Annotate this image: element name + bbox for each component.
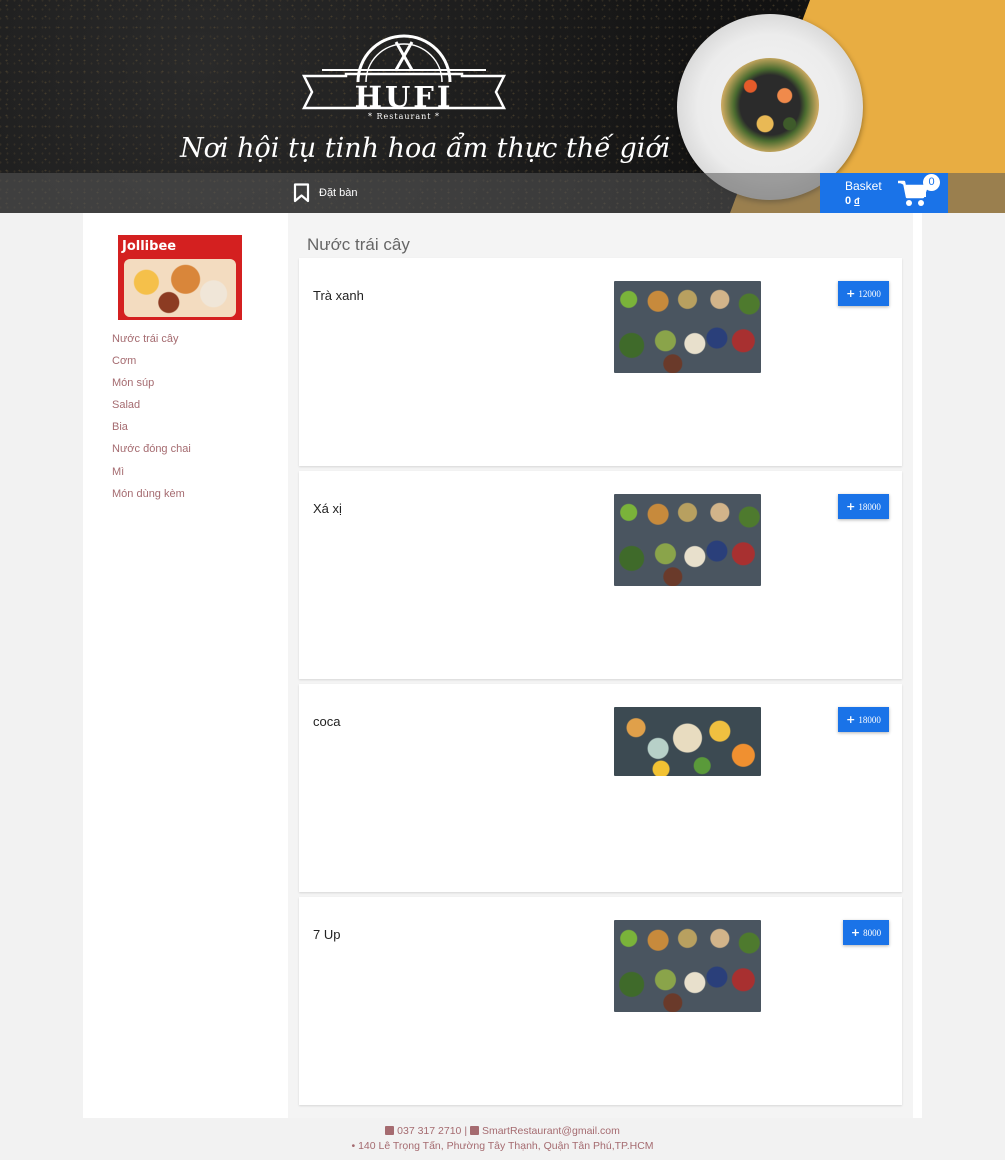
sidebar: Jollibee Nước trái cây Cơm Món súp Salad…: [83, 213, 288, 1118]
booking-label: Đặt bàn: [319, 187, 358, 199]
add-to-cart-button[interactable]: +18000: [838, 494, 889, 519]
promo-brand: Jollibee: [122, 239, 177, 254]
promo-image: [124, 259, 236, 317]
footer-address-line: • 140 Lê Trọng Tấn, Phường Tây Thạnh, Qu…: [0, 1139, 1005, 1154]
category-link[interactable]: Bia: [112, 420, 191, 442]
menu-item-card: Trà xanh +12000: [299, 258, 902, 466]
add-to-cart-button[interactable]: +12000: [838, 281, 889, 306]
footer-separator: |: [464, 1125, 468, 1137]
logo-title: HUFI: [354, 80, 454, 114]
footer: 037 317 2710 | SmartRestaurant@gmail.com…: [0, 1124, 1005, 1154]
footer-email[interactable]: SmartRestaurant@gmail.com: [482, 1125, 620, 1137]
item-name: 7 Up: [313, 927, 341, 942]
basket-label: Basket: [845, 179, 882, 193]
add-to-cart-button[interactable]: +18000: [838, 707, 889, 732]
footer-phone: 037 317 2710: [397, 1125, 462, 1137]
item-price: 12000: [858, 288, 881, 299]
category-link[interactable]: Salad: [112, 398, 191, 420]
category-link[interactable]: Món súp: [112, 376, 191, 398]
envelope-icon: [469, 1126, 479, 1135]
booking-link[interactable]: Đặt bàn: [293, 183, 358, 203]
category-link[interactable]: Cơm: [112, 354, 191, 376]
category-link[interactable]: Nước đóng chai: [112, 442, 191, 464]
basket-button[interactable]: Basket 0đ 0: [820, 173, 948, 213]
footer-contact: 037 317 2710 | SmartRestaurant@gmail.com: [0, 1124, 1005, 1139]
plus-icon: +: [846, 500, 856, 513]
category-link[interactable]: Nước trái cây: [112, 332, 191, 354]
plus-icon: +: [850, 926, 861, 939]
header-slogan: Nơi hội tụ tinh hoa ẩm thực thế giới: [180, 133, 671, 164]
logo-subtitle: * Restaurant *: [367, 112, 441, 121]
cart-count-badge: 0: [923, 174, 940, 191]
category-link[interactable]: Mì: [112, 465, 191, 487]
category-list: Nước trái cây Cơm Món súp Salad Bia Nước…: [112, 332, 191, 509]
menu-item-card: coca +18000: [299, 684, 902, 892]
item-image: [614, 920, 761, 1012]
menu-item-card: Xá xị +18000: [299, 471, 902, 679]
footer-address: 140 Lê Trọng Tấn, Phường Tây Thạnh, Quận…: [358, 1140, 654, 1152]
item-image: [614, 281, 761, 373]
promo-banner[interactable]: Jollibee: [118, 235, 242, 320]
item-image: [614, 494, 761, 586]
item-price: 18000: [858, 714, 881, 725]
menu-item-card: 7 Up +8000: [299, 897, 902, 1105]
item-price: 18000: [858, 501, 881, 512]
plus-icon: +: [846, 287, 856, 300]
category-link[interactable]: Món dùng kèm: [112, 487, 191, 509]
phone-icon: [385, 1126, 395, 1135]
basket-total: 0đ: [845, 195, 860, 207]
item-name: Trà xanh: [313, 288, 364, 303]
item-name: Xá xị: [313, 501, 342, 516]
restaurant-logo[interactable]: HUFI * Restaurant *: [300, 30, 508, 126]
item-image: [614, 707, 761, 776]
map-marker-icon: •: [351, 1140, 356, 1152]
bookmark-icon: [293, 183, 310, 203]
item-price: 8000: [863, 927, 882, 938]
section-title: Nước trái cây: [307, 235, 410, 254]
add-to-cart-button[interactable]: +8000: [843, 920, 889, 945]
plus-icon: +: [846, 713, 856, 726]
item-name: coca: [313, 714, 341, 729]
